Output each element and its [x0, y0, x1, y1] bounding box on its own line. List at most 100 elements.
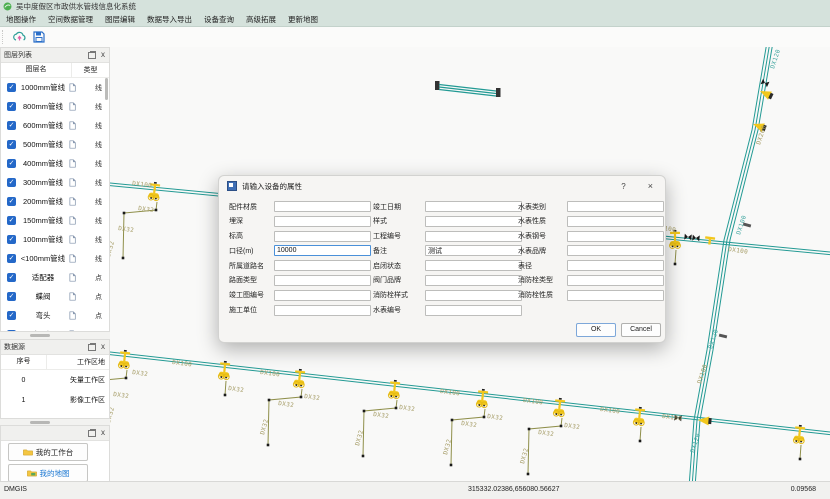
field-input[interactable] — [274, 275, 371, 286]
layer-checkbox[interactable] — [7, 216, 16, 225]
layer-checkbox[interactable] — [7, 178, 16, 187]
column-layer-type[interactable]: 类型 — [72, 65, 109, 75]
field-input[interactable] — [567, 290, 664, 301]
field-input[interactable] — [274, 216, 371, 227]
layer-row[interactable]: 800mm管线 线 — [1, 97, 109, 116]
float-panel-icon[interactable] — [88, 430, 96, 437]
layer-row[interactable]: 500mm管线 线 — [1, 135, 109, 154]
layer-checkbox[interactable] — [7, 83, 16, 92]
float-panel-icon[interactable] — [88, 344, 96, 351]
field-input[interactable] — [274, 290, 371, 301]
cancel-button[interactable]: Cancel — [621, 323, 661, 337]
hydrant-feature[interactable] — [793, 424, 806, 460]
menu-item[interactable]: 高级拓展 — [240, 14, 282, 25]
hydrant-feature[interactable] — [122, 181, 161, 259]
layer-checkbox[interactable] — [7, 254, 16, 263]
layer-checkbox[interactable] — [7, 121, 16, 130]
layer-checkbox[interactable] — [7, 197, 16, 206]
cloud-sync-button[interactable] — [10, 29, 28, 45]
ok-button[interactable]: OK — [576, 323, 616, 337]
hydrant-icon[interactable] — [218, 360, 231, 379]
hydrant-icon[interactable] — [118, 349, 131, 368]
field-input[interactable] — [274, 201, 371, 212]
isolated-pipe-segment[interactable] — [435, 81, 501, 97]
my-workbench-button[interactable]: 我的工作台 — [8, 443, 88, 461]
field-input[interactable] — [425, 260, 522, 271]
hydrant-feature[interactable] — [670, 230, 681, 265]
hydrant-icon[interactable] — [388, 379, 401, 398]
layer-checkbox[interactable] — [7, 159, 16, 168]
layer-checkbox[interactable] — [7, 102, 16, 111]
hydrant-icon[interactable] — [293, 368, 306, 387]
panel-splitter[interactable] — [0, 332, 110, 339]
hydrant-icon[interactable] — [476, 388, 489, 407]
hydrant-icon[interactable] — [793, 424, 806, 443]
layer-checkbox[interactable] — [7, 311, 16, 320]
menu-item[interactable]: 数据导入导出 — [141, 14, 198, 25]
gate-valve-icon[interactable] — [692, 235, 700, 242]
field-input[interactable] — [425, 201, 522, 212]
layer-row[interactable]: 适配器 点 — [1, 268, 109, 287]
menu-item[interactable]: 地图操作 — [0, 14, 42, 25]
field-input[interactable] — [567, 201, 664, 212]
close-panel-icon[interactable]: x — [101, 429, 105, 437]
layer-row[interactable]: 弯头 点 — [1, 306, 109, 325]
field-input[interactable] — [567, 231, 664, 242]
menu-item[interactable]: 图层编辑 — [99, 14, 141, 25]
my-map-button[interactable]: 我的地图 — [8, 464, 88, 482]
datasource-row[interactable]: 0 矢量工作区 — [1, 370, 109, 390]
layer-checkbox[interactable] — [7, 292, 16, 301]
datasource-row[interactable]: 1 影像工作区 — [1, 390, 109, 410]
field-input[interactable] — [425, 290, 522, 301]
close-panel-icon[interactable]: x — [101, 343, 105, 351]
layer-row[interactable]: 400mm管线 线 — [1, 154, 109, 173]
field-input[interactable] — [425, 245, 522, 256]
menu-item[interactable]: 更新地图 — [282, 14, 324, 25]
dialog-title-bar[interactable]: 请输入设备的属性 ? × — [219, 176, 665, 196]
toolbar-grip[interactable] — [2, 30, 6, 44]
layer-row[interactable]: 止回阀 点 — [1, 325, 109, 332]
field-input[interactable] — [425, 231, 522, 242]
layer-row[interactable]: 蝶阀 点 — [1, 287, 109, 306]
layer-scrollbar[interactable] — [105, 78, 108, 100]
field-input[interactable] — [425, 275, 522, 286]
file-icon — [69, 216, 76, 225]
layer-row[interactable]: 300mm管线 线 — [1, 173, 109, 192]
column-index[interactable]: 序号 — [1, 355, 47, 369]
layer-row[interactable]: <100mm管线 线 — [1, 249, 109, 268]
field-input[interactable] — [567, 275, 664, 286]
help-icon[interactable]: ? — [621, 182, 625, 191]
float-panel-icon[interactable] — [88, 52, 96, 59]
pipe-size-label: DX32 — [278, 400, 295, 409]
gate-valve-icon[interactable] — [684, 234, 692, 241]
field-input[interactable] — [274, 245, 371, 256]
field-input[interactable] — [567, 216, 664, 227]
field-input[interactable] — [425, 305, 522, 316]
close-icon[interactable]: × — [648, 181, 653, 191]
trunk-pipeline-right[interactable] — [689, 47, 773, 482]
column-layer-name[interactable]: 图层名 — [1, 63, 72, 77]
save-button[interactable] — [30, 29, 48, 45]
menu-item[interactable]: 空间数据管理 — [42, 14, 99, 25]
field-input[interactable] — [274, 260, 371, 271]
layer-row[interactable]: 150mm管线 线 — [1, 211, 109, 230]
hydrant-icon[interactable] — [553, 397, 566, 416]
layer-checkbox[interactable] — [7, 140, 16, 149]
layer-checkbox[interactable] — [7, 235, 16, 244]
field-input[interactable] — [274, 231, 371, 242]
layer-row[interactable]: 1000mm管线 线 — [1, 78, 109, 97]
field-input[interactable] — [567, 260, 664, 271]
layer-row[interactable]: 600mm管线 线 — [1, 116, 109, 135]
hydrant-icon[interactable] — [633, 406, 646, 425]
layer-checkbox[interactable] — [7, 273, 16, 282]
gate-valve-icon[interactable] — [761, 79, 770, 87]
layer-row[interactable]: 100mm管线 线 — [1, 230, 109, 249]
field-input[interactable] — [425, 216, 522, 227]
menu-item[interactable]: 设备查询 — [198, 14, 240, 25]
hydrant-feature[interactable] — [633, 406, 646, 442]
field-input[interactable] — [274, 305, 371, 316]
close-panel-icon[interactable]: x — [101, 51, 105, 59]
column-workspace[interactable]: 工作区地 — [47, 357, 109, 367]
layer-row[interactable]: 200mm管线 线 — [1, 192, 109, 211]
field-input[interactable] — [567, 245, 664, 256]
